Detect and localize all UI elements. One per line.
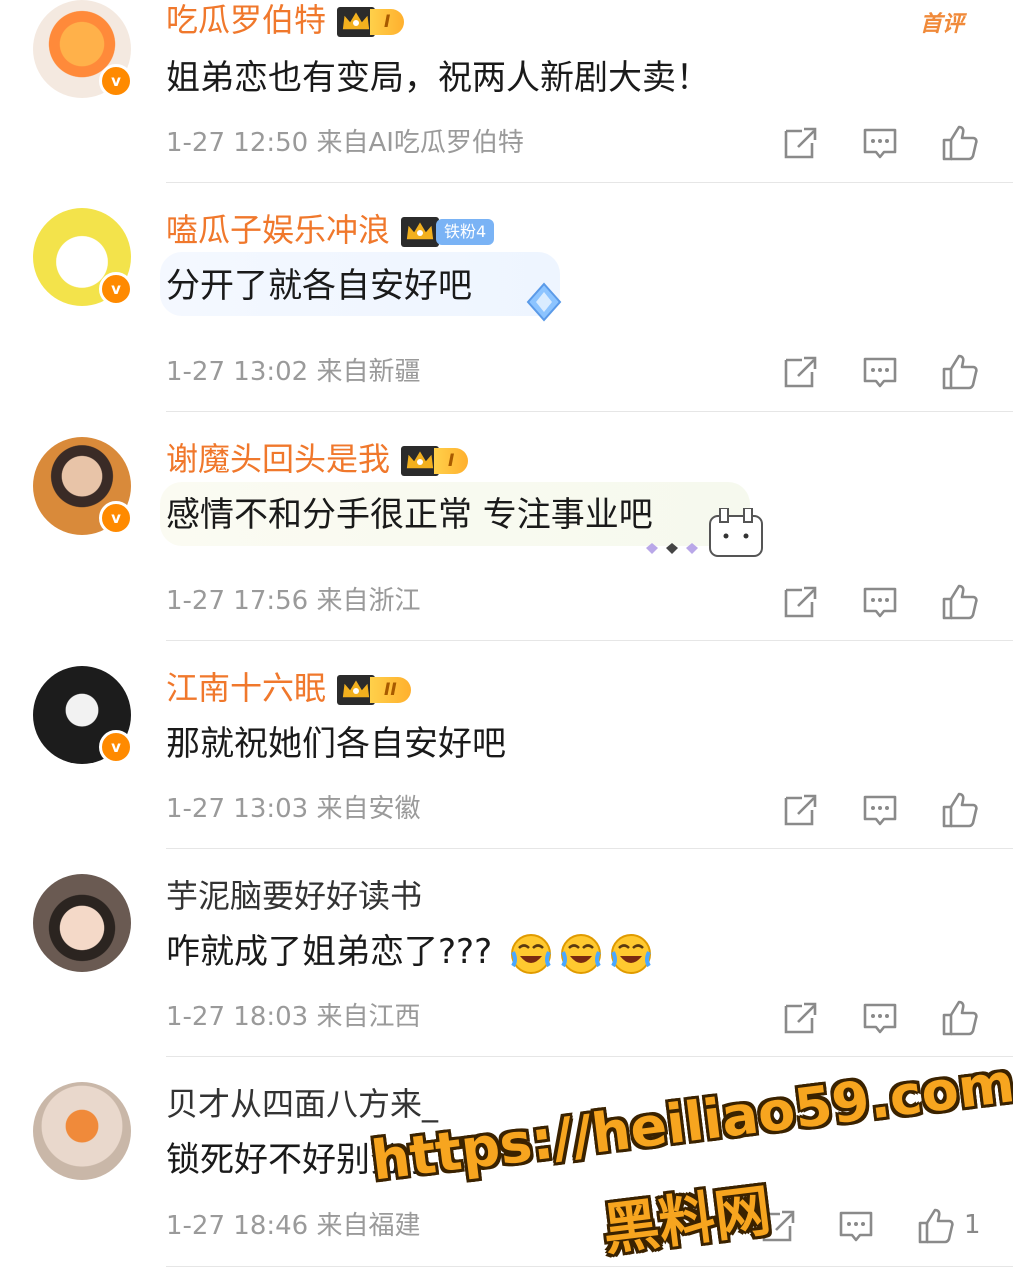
comment-actions: [780, 998, 980, 1038]
laughing-crying-emoji-icon: [510, 933, 551, 974]
comment-icon[interactable]: [860, 352, 900, 392]
username[interactable]: 嗑瓜子娱乐冲浪 铁粉4: [166, 210, 495, 250]
comment-meta: 1-27 18:03 来自江西: [166, 1002, 421, 1032]
username-text[interactable]: 江南十六眠: [166, 669, 326, 707]
verified-badge: v: [99, 272, 133, 306]
comment-icon[interactable]: [860, 790, 900, 830]
laughing-crying-emoji-icon: [560, 933, 601, 974]
avatar[interactable]: v: [33, 0, 133, 98]
username[interactable]: 芋泥脑要好好读书: [166, 876, 422, 916]
username-text[interactable]: 贝才从四面八方来_: [166, 1085, 438, 1123]
repost-icon[interactable]: [780, 998, 820, 1038]
comment-meta: 1-27 13:02 来自新疆: [166, 357, 421, 387]
divider: [166, 640, 1013, 641]
like-icon[interactable]: [940, 352, 980, 392]
comment-text: 姐弟恋也有变局，祝两人新剧大卖！: [166, 58, 710, 98]
comment-icon[interactable]: [860, 582, 900, 622]
divider: [166, 848, 1013, 849]
username[interactable]: 贝才从四面八方来_: [166, 1084, 438, 1124]
username[interactable]: 谢魔头回头是我 I: [166, 439, 469, 479]
comment-meta: 1-27 12:50 来自AI吃瓜罗伯特: [166, 128, 524, 158]
first-comment-tag: 首评: [920, 12, 965, 37]
like-icon[interactable]: [940, 582, 980, 622]
repost-icon[interactable]: [780, 123, 820, 163]
comment-actions: [780, 790, 980, 830]
repost-icon[interactable]: [780, 582, 820, 622]
comment-text: 分开了就各自安好吧: [166, 266, 472, 306]
comment-icon[interactable]: [836, 1206, 876, 1246]
verified-badge: v: [99, 730, 133, 764]
comment-meta: 1-27 17:56 来自浙江: [166, 586, 421, 616]
vip-level-badge: I: [434, 448, 469, 474]
repost-icon[interactable]: [780, 790, 820, 830]
avatar[interactable]: v: [33, 666, 133, 764]
divider: [166, 182, 1013, 183]
avatar[interactable]: v: [33, 437, 133, 535]
comment-text: 感情不和分手很正常 专注事业吧: [166, 495, 653, 535]
comment-meta: 1-27 13:03 来自安徽: [166, 794, 421, 824]
comment-text: 那就祝她们各自安好吧: [166, 724, 506, 764]
vip-level-badge: II: [370, 677, 411, 703]
username-text[interactable]: 谢魔头回头是我: [166, 440, 390, 478]
comment-meta: 1-27 18:46 来自福建: [166, 1211, 421, 1241]
divider: [166, 1056, 1013, 1057]
comment-actions: [780, 352, 980, 392]
username-text[interactable]: 芋泥脑要好好读书: [166, 877, 422, 915]
comment-text: 咋就成了姐弟恋了???: [166, 930, 653, 976]
like-icon[interactable]: [916, 1206, 956, 1246]
bunny-sticker-icon: [646, 508, 763, 557]
avatar[interactable]: [33, 874, 131, 972]
crown-icon: [400, 216, 440, 248]
like-icon[interactable]: [940, 790, 980, 830]
avatar[interactable]: [33, 1082, 131, 1180]
username[interactable]: 江南十六眠 II: [166, 668, 411, 708]
verified-badge: v: [99, 501, 133, 535]
diamond-icon: [526, 282, 562, 322]
username-text[interactable]: 嗑瓜子娱乐冲浪: [166, 211, 390, 249]
comment-actions: [780, 123, 980, 163]
fan-badge: 铁粉4: [436, 219, 495, 245]
comment-icon[interactable]: [860, 123, 900, 163]
username[interactable]: 吃瓜罗伯特 I: [166, 0, 405, 40]
avatar[interactable]: v: [33, 208, 133, 306]
like-icon[interactable]: [940, 123, 980, 163]
divider: [166, 411, 1013, 412]
divider: [166, 1266, 1013, 1267]
comment-actions: [758, 1206, 958, 1246]
watermark-site: 黑料网: [599, 1178, 775, 1264]
comment-actions: [780, 582, 980, 622]
verified-badge: v: [99, 64, 133, 98]
watermark-url: https://heiliao59.com: [368, 1051, 1013, 1193]
like-icon[interactable]: [940, 998, 980, 1038]
repost-icon[interactable]: [780, 352, 820, 392]
vip-level-badge: I: [370, 9, 405, 35]
laughing-crying-emoji-icon: [610, 933, 651, 974]
like-count: 1: [964, 1210, 981, 1240]
comment-icon[interactable]: [860, 998, 900, 1038]
username-text[interactable]: 吃瓜罗伯特: [166, 1, 326, 39]
comment-text-content: 咋就成了姐弟恋了???: [166, 932, 493, 972]
